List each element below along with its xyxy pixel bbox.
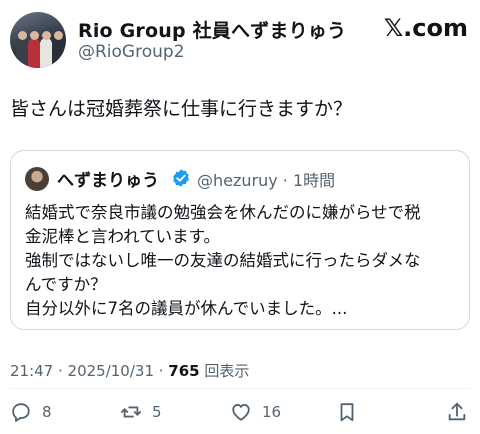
quoted-text-line: んですか？: [25, 275, 107, 294]
view-count: 765: [168, 362, 200, 380]
action-bar: 8 5 16: [10, 398, 470, 426]
author-handle[interactable]: @RioGroup2: [78, 42, 185, 62]
quoted-text-line: 自分以外に7名の議員が休んでいました。...: [25, 299, 348, 318]
reply-count: 8: [42, 403, 52, 421]
share-button[interactable]: [446, 398, 478, 426]
author-display-name[interactable]: Rio Group 社員へずまりゅう: [78, 16, 346, 43]
quoted-author-avatar[interactable]: [25, 167, 49, 191]
repost-button[interactable]: 5: [120, 398, 162, 426]
bookmark-button[interactable]: [336, 398, 368, 426]
reply-button[interactable]: 8: [10, 398, 52, 426]
reply-icon: [12, 403, 30, 422]
like-button[interactable]: 16: [230, 398, 281, 426]
verified-badge-icon: [173, 169, 189, 187]
timestamp-views: 21:47 · 2025/10/31 · 765 回表示: [10, 360, 249, 381]
share-icon: [448, 402, 466, 421]
x-com-logo: 𝕏.com: [383, 14, 468, 42]
divider: [10, 388, 470, 389]
quoted-tweet-text: 結婚式で奈良市議の勉強会を休んだのに嫌がらせで税 金泥棒と言われています。 強制…: [25, 201, 465, 321]
quoted-handle-time[interactable]: @hezuruy · 1時間: [197, 167, 335, 191]
quoted-text-line: 強制ではないし唯一の友達の結婚式に行ったらダメな: [25, 251, 421, 270]
view-label: 回表示: [199, 362, 250, 380]
quoted-tweet-card[interactable]: へずまりゅう @hezuruy · 1時間 結婚式で奈良市議の勉強会を休んだのに…: [10, 150, 470, 330]
like-count: 16: [262, 403, 282, 421]
timestamp[interactable]: 21:47 · 2025/10/31 ·: [10, 362, 168, 380]
repost-count: 5: [152, 403, 162, 421]
like-icon: [232, 404, 250, 421]
author-avatar[interactable]: [10, 12, 66, 68]
quoted-author-name[interactable]: へずまりゅう: [57, 166, 159, 191]
repost-icon: [120, 406, 142, 418]
tweet-text: 皆さんは冠婚葬祭に仕事に行きますか？: [10, 98, 353, 120]
quoted-text-line: 結婚式で奈良市議の勉強会を休んだのに嫌がらせで税: [25, 203, 421, 222]
quoted-text-line: 金泥棒と言われています。: [25, 227, 221, 246]
tweet-header: Rio Group 社員へずまりゅう @RioGroup2 𝕏.com: [10, 10, 470, 70]
bookmark-icon: [340, 403, 354, 422]
